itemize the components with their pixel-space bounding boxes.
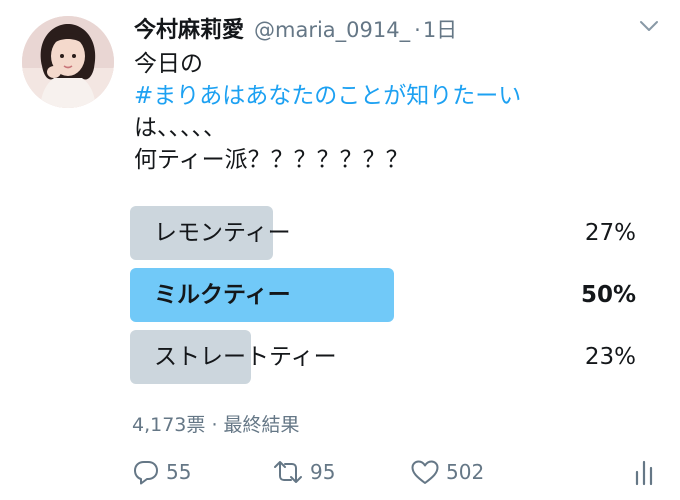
retweet-count: 95 — [310, 460, 336, 484]
chevron-down-icon[interactable] — [638, 18, 660, 34]
heart-icon — [410, 458, 440, 486]
tweet-text-line: は、、、、、 — [134, 115, 226, 141]
hashtag-link[interactable]: #まりあはあなたのことが知りたーい — [134, 80, 654, 112]
reply-count: 55 — [166, 460, 192, 484]
reply-button[interactable]: 55 — [132, 454, 191, 490]
poll-option-label: ストレートティー — [154, 344, 337, 370]
retweet-button[interactable]: 95 — [272, 454, 335, 490]
poll-meta: 4,173票 · 最終結果 — [132, 410, 300, 437]
header-separator: · — [414, 18, 421, 42]
analytics-button[interactable] — [632, 454, 656, 490]
display-name[interactable]: 今村麻莉愛 — [134, 12, 244, 44]
user-handle[interactable]: @maria_0914_ — [254, 18, 410, 42]
poll-option-percent: 27% — [584, 220, 636, 246]
tweet-timestamp[interactable]: 1日 — [423, 14, 457, 44]
tweet: 今村麻莉愛 @maria_0914_ · 1日 今日の #まりあはあなたのことが… — [0, 0, 680, 500]
tweet-text-line: 今日の — [134, 51, 203, 77]
analytics-icon — [632, 458, 656, 486]
poll-option-percent: 50% — [580, 282, 636, 308]
tweet-header: 今村麻莉愛 @maria_0914_ · 1日 — [134, 12, 457, 46]
retweet-icon — [272, 458, 304, 486]
poll-option-label: ミルクティー — [154, 282, 291, 308]
poll-option-lemon-tea: レモンティー 27% — [130, 206, 642, 260]
like-button[interactable]: 502 — [410, 454, 484, 490]
poll-option-straight-tea: ストレートティー 23% — [130, 330, 642, 384]
poll-status: 最終結果 — [223, 414, 300, 436]
poll-meta-separator: · — [211, 414, 218, 436]
poll-vote-count: 4,173票 — [132, 414, 206, 436]
tweet-text-line: 何ティー派？？？？？？？ — [134, 147, 409, 173]
like-count: 502 — [446, 460, 485, 484]
avatar[interactable] — [22, 16, 114, 108]
poll-option-milk-tea: ミルクティー 50% — [130, 268, 642, 322]
poll: レモンティー 27% ミルクティー 50% ストレートティー 23% — [130, 206, 642, 392]
poll-option-label: レモンティー — [154, 220, 291, 246]
poll-option-percent: 23% — [584, 344, 636, 370]
tweet-actions: 55 95 502 — [132, 454, 662, 490]
tweet-text: 今日の #まりあはあなたのことが知りたーい は、、、、、 何ティー派？？？？？？… — [134, 48, 654, 176]
reply-icon — [132, 458, 160, 486]
